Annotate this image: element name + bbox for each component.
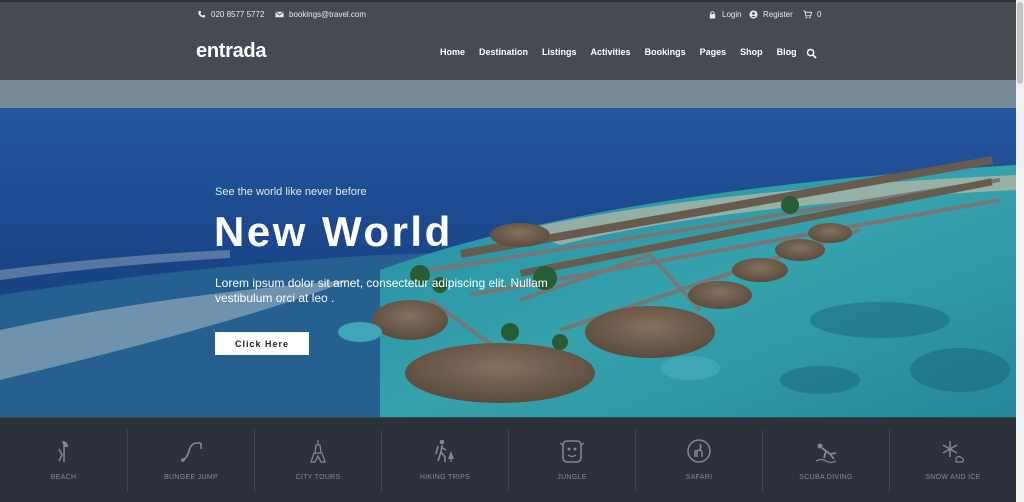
nav-item-destination[interactable]: Destination <box>479 47 528 57</box>
cart-icon <box>803 10 812 19</box>
category-label: JUNGLE <box>557 474 587 481</box>
category-label: BEACH <box>50 474 77 481</box>
nav-item-shop[interactable]: Shop <box>740 47 763 57</box>
register-link[interactable]: Register <box>749 10 793 19</box>
resort-background-image <box>0 80 1016 417</box>
beach-icon <box>57 441 68 462</box>
jungle-icon <box>559 440 585 463</box>
category-city-tours[interactable]: CITY TOURS <box>255 418 381 502</box>
scrollbar-thumb[interactable] <box>1017 2 1023 84</box>
category-label: HIKING TRIPS <box>419 474 471 481</box>
hero-description: Lorem ipsum dolor sit amet, consectetur … <box>215 276 548 305</box>
login-link[interactable]: Login <box>708 10 742 19</box>
category-label: BUNGEE JUMP <box>164 474 218 481</box>
register-label: Register <box>763 10 793 19</box>
category-hiking-trips[interactable]: HIKING TRIPS <box>382 418 508 502</box>
nav-item-home[interactable]: Home <box>440 47 465 57</box>
top-bar: 020 8577 5772 bookings@travel.com Login … <box>0 2 1016 30</box>
category-beach[interactable]: BEACH <box>0 418 127 502</box>
hiking-icon <box>435 439 454 462</box>
phone-number: 020 8577 5772 <box>211 10 265 19</box>
search-icon[interactable] <box>806 48 817 59</box>
nav-item-activities[interactable]: Activities <box>591 47 631 57</box>
phone-icon <box>198 10 206 18</box>
category-label: CITY TOURS <box>295 474 341 481</box>
category-label: SAFARI <box>685 474 713 481</box>
site-logo[interactable]: entrada <box>196 40 266 63</box>
click-here-button[interactable]: Click Here <box>215 332 309 355</box>
site-header: 020 8577 5772 bookings@travel.com Login … <box>0 0 1016 80</box>
lock-icon <box>709 11 716 19</box>
hero-banner: See the world like never before New Worl… <box>0 80 1016 417</box>
category-snow-and-ice[interactable]: SNOW AND ICE <box>890 418 1016 502</box>
activity-categories: BEACH BUNGEE JUMP CITY TOURS HIKING TRIP… <box>0 417 1016 502</box>
hero-subtitle: See the world like never before <box>215 186 367 198</box>
category-jungle[interactable]: JUNGLE <box>509 418 635 502</box>
snow-icon <box>942 441 965 463</box>
user-circle-icon <box>749 10 758 19</box>
phone-link[interactable]: 020 8577 5772 <box>197 10 264 19</box>
cart-link[interactable]: 0 <box>803 10 821 19</box>
category-label: SCUBA DIVING <box>799 474 853 481</box>
main-nav: Home Destination Listings Activities Boo… <box>440 47 811 57</box>
category-bungee-jump[interactable]: BUNGEE JUMP <box>128 418 254 502</box>
city-tours-icon <box>310 440 326 463</box>
hero-title: New World <box>214 208 453 255</box>
scuba-diving-icon <box>815 443 837 464</box>
bungee-jump-icon <box>180 442 202 462</box>
nav-item-listings[interactable]: Listings <box>542 47 577 57</box>
page-scrollbar[interactable] <box>1016 0 1024 502</box>
login-label: Login <box>722 10 742 19</box>
cart-count: 0 <box>817 10 822 19</box>
safari-icon <box>687 439 711 463</box>
nav-item-blog[interactable]: Blog <box>777 47 797 57</box>
envelope-icon <box>275 11 284 18</box>
category-label: SNOW AND ICE <box>925 474 981 481</box>
email-address: bookings@travel.com <box>289 10 367 19</box>
nav-item-pages[interactable]: Pages <box>700 47 727 57</box>
nav-item-bookings[interactable]: Bookings <box>645 47 686 57</box>
email-link[interactable]: bookings@travel.com <box>275 10 366 19</box>
category-safari[interactable]: SAFARI <box>636 418 762 502</box>
category-scuba-diving[interactable]: SCUBA DIVING <box>763 418 889 502</box>
